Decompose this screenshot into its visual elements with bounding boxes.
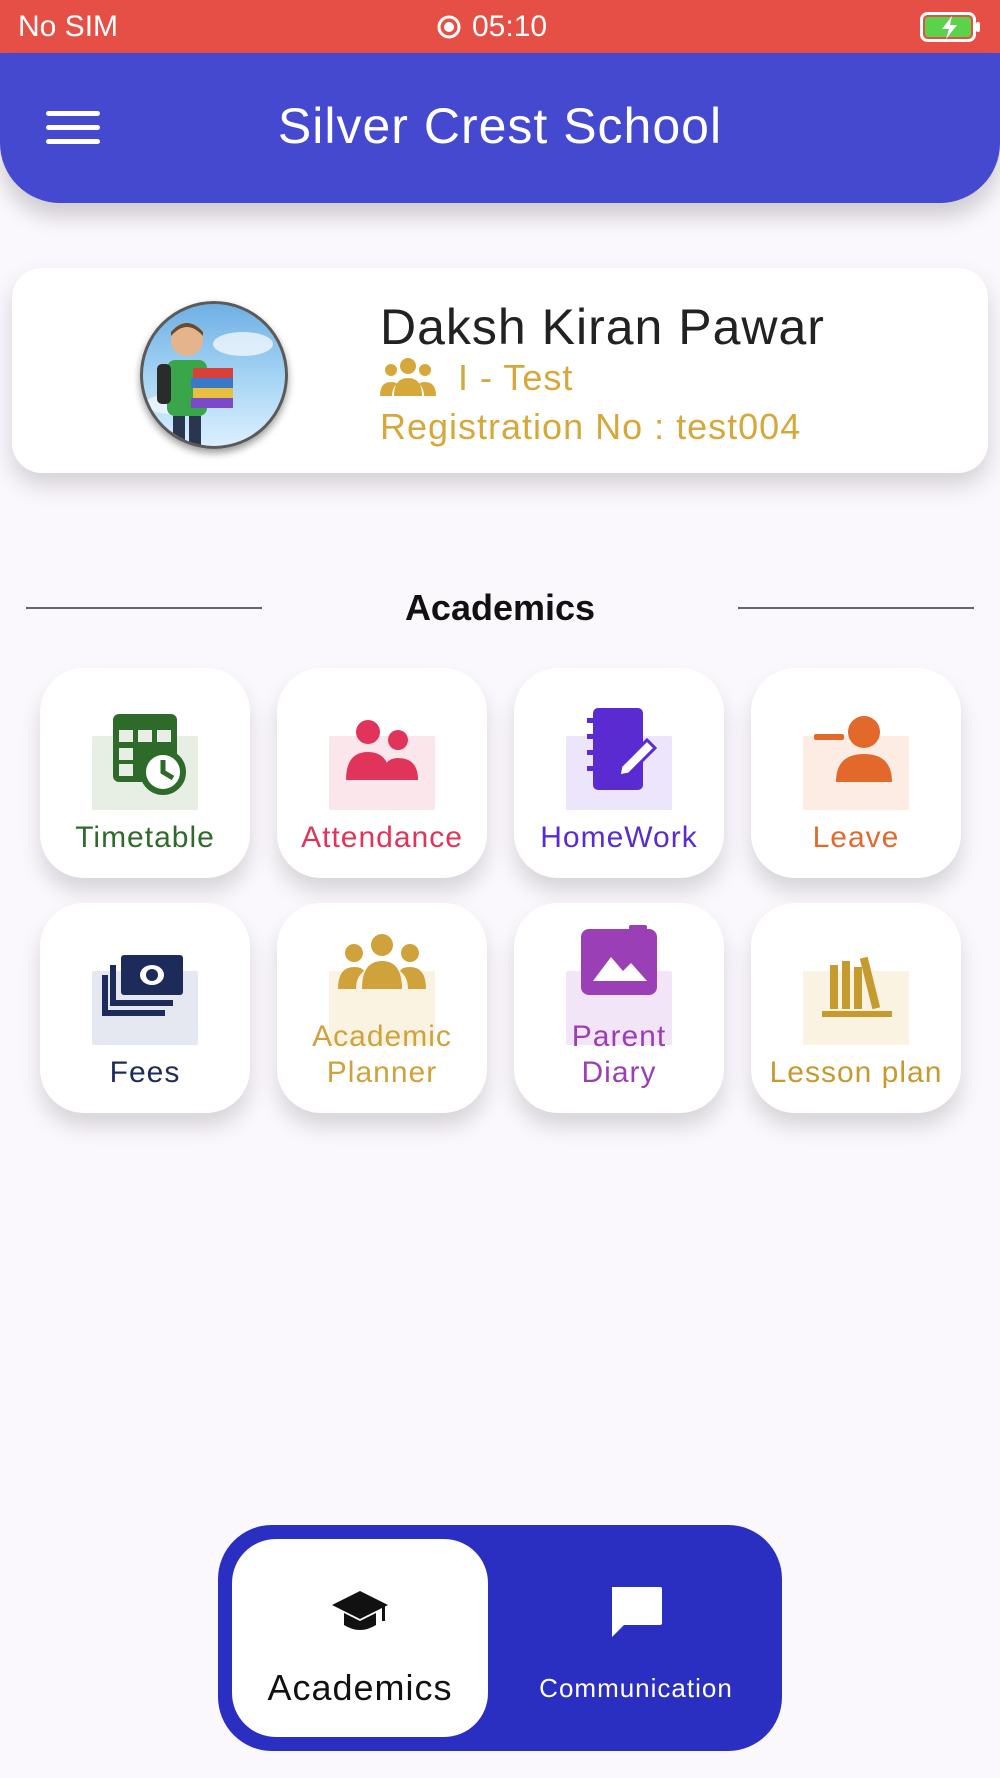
battery-charging-icon — [920, 12, 980, 42]
app-bar: Silver Crest School — [0, 53, 1000, 203]
tile-label: Timetable — [75, 821, 215, 854]
clock-text: 05:10 — [472, 10, 548, 43]
tile-label: Academic Planner — [312, 1020, 452, 1089]
group-icon — [380, 358, 436, 396]
tile-attendance[interactable]: Attendance — [277, 668, 487, 878]
nav-label: Communication — [539, 1673, 733, 1703]
tile-label: Parent Diary — [571, 1020, 667, 1089]
tile-parent-diary[interactable]: Parent Diary — [514, 903, 724, 1113]
people-icon — [346, 720, 418, 780]
graduation-cap-icon — [332, 1591, 388, 1630]
timetable-clock-icon — [113, 714, 186, 795]
notebook-pencil-icon — [587, 708, 658, 790]
screen-record-icon — [437, 15, 461, 39]
nav-tab-academics[interactable]: Academics — [232, 1539, 488, 1737]
tile-leave[interactable]: Leave — [751, 668, 961, 878]
tile-timetable[interactable]: Timetable — [40, 668, 250, 878]
money-stack-icon — [102, 955, 183, 1016]
tile-lesson-plan[interactable]: Lesson plan — [751, 903, 961, 1113]
avatar — [140, 301, 288, 449]
nav-tab-communication[interactable]: Communication — [504, 1539, 768, 1737]
class-text: I - Test — [458, 357, 574, 398]
tile-label: Fees — [109, 1056, 181, 1089]
tile-fees[interactable]: Fees — [40, 903, 250, 1113]
nav-label: Academics — [267, 1667, 453, 1708]
group-icon — [338, 934, 426, 989]
registration-number: Registration No : test004 — [380, 406, 802, 447]
tile-label: Leave — [812, 821, 900, 854]
student-profile-card[interactable]: Daksh Kiran Pawar I - Test Registration … — [12, 268, 988, 473]
books-icon — [822, 956, 892, 1017]
student-name: Daksh Kiran Pawar — [380, 299, 825, 355]
tile-academic-planner[interactable]: Academic Planner — [277, 903, 487, 1113]
section-divider-right — [738, 607, 974, 609]
chat-bubble-icon — [612, 1587, 662, 1637]
tile-label: HomeWork — [540, 821, 698, 854]
tile-label: Lesson plan — [769, 1056, 943, 1089]
tile-homework[interactable]: HomeWork — [514, 668, 724, 878]
bottom-navigation: Academics Communication — [218, 1525, 782, 1751]
status-bar: No SIM 05:10 — [0, 0, 1000, 53]
carrier-label: No SIM — [18, 10, 119, 43]
photo-album-icon — [581, 925, 657, 995]
person-minus-icon — [814, 716, 892, 782]
status-time: 05:10 — [436, 10, 547, 44]
class-row: I - Test — [380, 356, 573, 400]
app-title: Silver Crest School — [277, 98, 723, 154]
tile-label: Attendance — [301, 821, 463, 854]
student-photo — [145, 323, 273, 446]
